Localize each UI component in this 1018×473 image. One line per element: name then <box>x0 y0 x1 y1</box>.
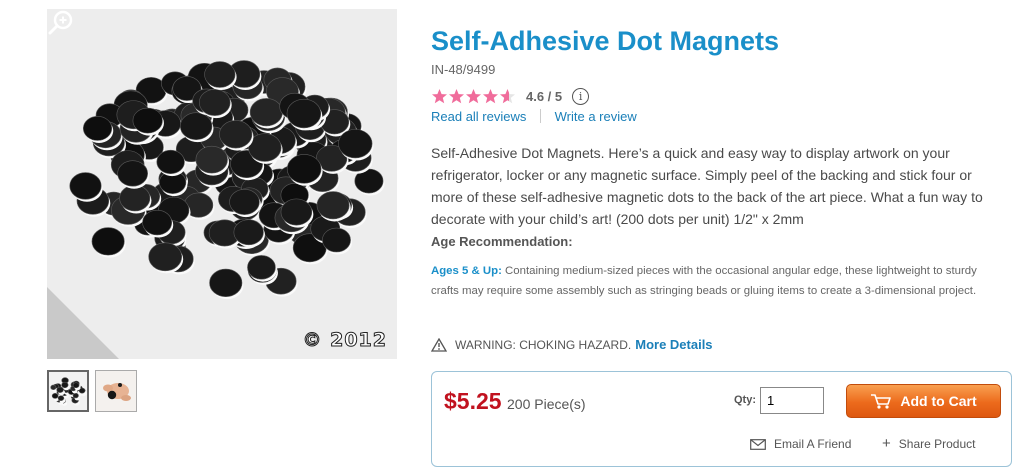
more-details-link[interactable]: More Details <box>635 337 712 352</box>
zoom-corner[interactable] <box>47 287 119 359</box>
star-icon <box>449 88 464 103</box>
thumbnail-dots[interactable] <box>47 370 89 412</box>
product-sku: IN-48/9499 <box>431 62 496 77</box>
thumbnail-dots-image <box>50 377 87 406</box>
plus-icon: + <box>882 435 891 452</box>
warning-text: WARNING: CHOKING HAZARD. <box>455 337 632 352</box>
price: $5.25 <box>444 388 502 414</box>
choking-warning: WARNING: CHOKING HAZARD. More Details <box>431 337 713 352</box>
read-all-reviews-link[interactable]: Read all reviews <box>431 109 526 124</box>
envelope-icon <box>750 438 766 450</box>
age-description: Containing medium-sized pieces with the … <box>431 265 977 297</box>
share-product-link[interactable]: + Share Product <box>882 435 976 452</box>
unit-quantity: 200 Piece(s) <box>507 396 586 412</box>
add-to-cart-button[interactable]: Add to Cart <box>846 384 1001 418</box>
star-icon <box>483 88 498 103</box>
write-review-link[interactable]: Write a review <box>555 109 637 124</box>
zoom-icon[interactable] <box>47 9 75 37</box>
image-copyright: © 2012 <box>302 329 387 352</box>
star-icon <box>466 88 481 103</box>
share-product-label: Share Product <box>898 437 976 451</box>
age-recommendation-text: Ages 5 & Up: Containing medium-sized pie… <box>431 262 991 301</box>
thumbnail-hand-image <box>96 371 136 411</box>
product-description: Self-Adhesive Dot Magnets. Here’s a quic… <box>431 145 983 227</box>
warning-icon <box>431 337 447 352</box>
email-a-friend-label: Email A Friend <box>774 437 852 451</box>
purchase-box: $5.25 200 Piece(s) Qty: Add to Cart Emai… <box>431 371 1012 467</box>
review-links: Read all reviews Write a review <box>431 109 637 124</box>
star-icon <box>500 88 515 103</box>
age-label: Ages 5 & Up: <box>431 265 502 277</box>
star-rating <box>431 88 516 105</box>
cart-icon <box>871 394 892 409</box>
quantity-input[interactable] <box>760 387 824 414</box>
link-divider <box>540 109 541 123</box>
rating-score: 4.6 / 5 <box>526 88 563 104</box>
product-title: Self-Adhesive Dot Magnets <box>431 26 780 56</box>
thumbnail-hand[interactable] <box>95 370 137 412</box>
add-to-cart-label: Add to Cart <box>900 393 977 409</box>
product-image[interactable]: © 2012 <box>47 9 397 359</box>
info-icon[interactable]: i <box>572 87 590 105</box>
star-icon <box>432 88 447 103</box>
email-a-friend-link[interactable]: Email A Friend <box>750 437 851 451</box>
qty-label: Qty: <box>734 394 756 406</box>
age-recommendation-heading: Age Recommendation: <box>431 234 573 249</box>
rating-row: 4.6 / 5 i <box>431 86 590 106</box>
